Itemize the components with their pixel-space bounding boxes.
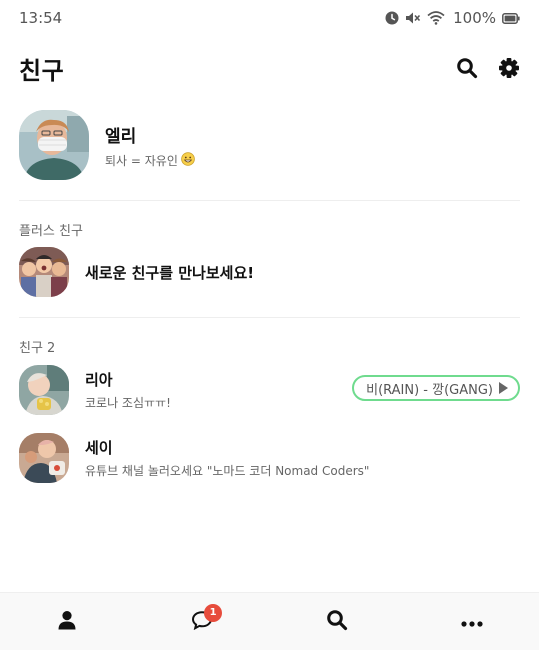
status-time: 13:54 <box>19 9 63 27</box>
settings-gear-icon[interactable] <box>497 56 521 80</box>
chat-unread-badge: 1 <box>204 603 223 622</box>
search-icon[interactable] <box>455 56 479 80</box>
my-profile-status: 퇴사 = 자유인 <box>105 151 195 169</box>
header: 친구 <box>0 46 539 90</box>
grinning-emoji-icon <box>181 151 195 169</box>
tab-friends[interactable] <box>37 600 97 644</box>
plus-friends-title: 새로운 친구를 만나보세요! <box>85 263 255 282</box>
my-profile-text: 엘리 퇴사 = 자유인 <box>105 122 195 169</box>
plus-friends-section-label: 플러스 친구 <box>19 224 83 239</box>
friend-avatar <box>19 433 69 483</box>
tab-chats[interactable]: 1 <box>172 600 232 644</box>
my-avatar <box>19 110 89 180</box>
bottom-tab-bar: 1 <box>0 592 539 650</box>
battery-icon <box>502 12 520 24</box>
divider <box>19 317 520 318</box>
my-profile-status-text: 퇴사 = 자유인 <box>105 153 178 168</box>
divider <box>19 200 520 201</box>
wifi-icon <box>427 11 445 25</box>
friend-row[interactable]: 세이 유튜브 채널 놀러오세요 "노마드 코더 Nomad Coders" <box>19 432 520 484</box>
plus-friends-row[interactable]: 새로운 친구를 만나보세요! <box>19 246 520 298</box>
play-icon <box>499 382 508 394</box>
search-icon <box>326 609 348 635</box>
friend-text: 세이 유튜브 채널 놀러오세요 "노마드 코더 Nomad Coders" <box>85 437 520 479</box>
person-icon <box>57 610 77 634</box>
plus-friends-text: 새로운 친구를 만나보세요! <box>85 262 520 283</box>
friends-screen: 13:54 100% 친구 엘리 퇴사 = 자유인 플러스 친구 새로운 친구를… <box>0 0 539 650</box>
more-dots-icon <box>461 612 483 631</box>
my-profile-name: 엘리 <box>105 126 137 147</box>
profile-music-chip[interactable]: 비(RAIN) - 깡(GANG) <box>352 375 520 401</box>
friends-section-label: 친구 2 <box>19 341 56 356</box>
my-profile[interactable]: 엘리 퇴사 = 자유인 <box>19 109 520 181</box>
friend-row[interactable]: 리아 코로나 조심ㅠㅠ! 비(RAIN) - 깡(GANG) <box>19 364 520 416</box>
friend-name: 세이 <box>85 439 113 457</box>
page-title: 친구 <box>19 56 65 85</box>
music-chip-label: 비(RAIN) - 깡(GANG) <box>366 382 493 398</box>
status-bar: 13:54 100% <box>0 0 539 36</box>
mute-icon <box>405 11 421 25</box>
alarm-icon <box>385 11 399 25</box>
header-actions <box>455 56 521 80</box>
plus-friends-avatar <box>19 247 69 297</box>
tab-more[interactable] <box>442 600 502 644</box>
tab-search[interactable] <box>307 600 367 644</box>
friend-status: 유튜브 채널 놀러오세요 "노마드 코더 Nomad Coders" <box>85 464 370 478</box>
status-icons: 100% <box>385 9 520 27</box>
friend-avatar <box>19 365 69 415</box>
battery-percent: 100% <box>453 9 496 27</box>
